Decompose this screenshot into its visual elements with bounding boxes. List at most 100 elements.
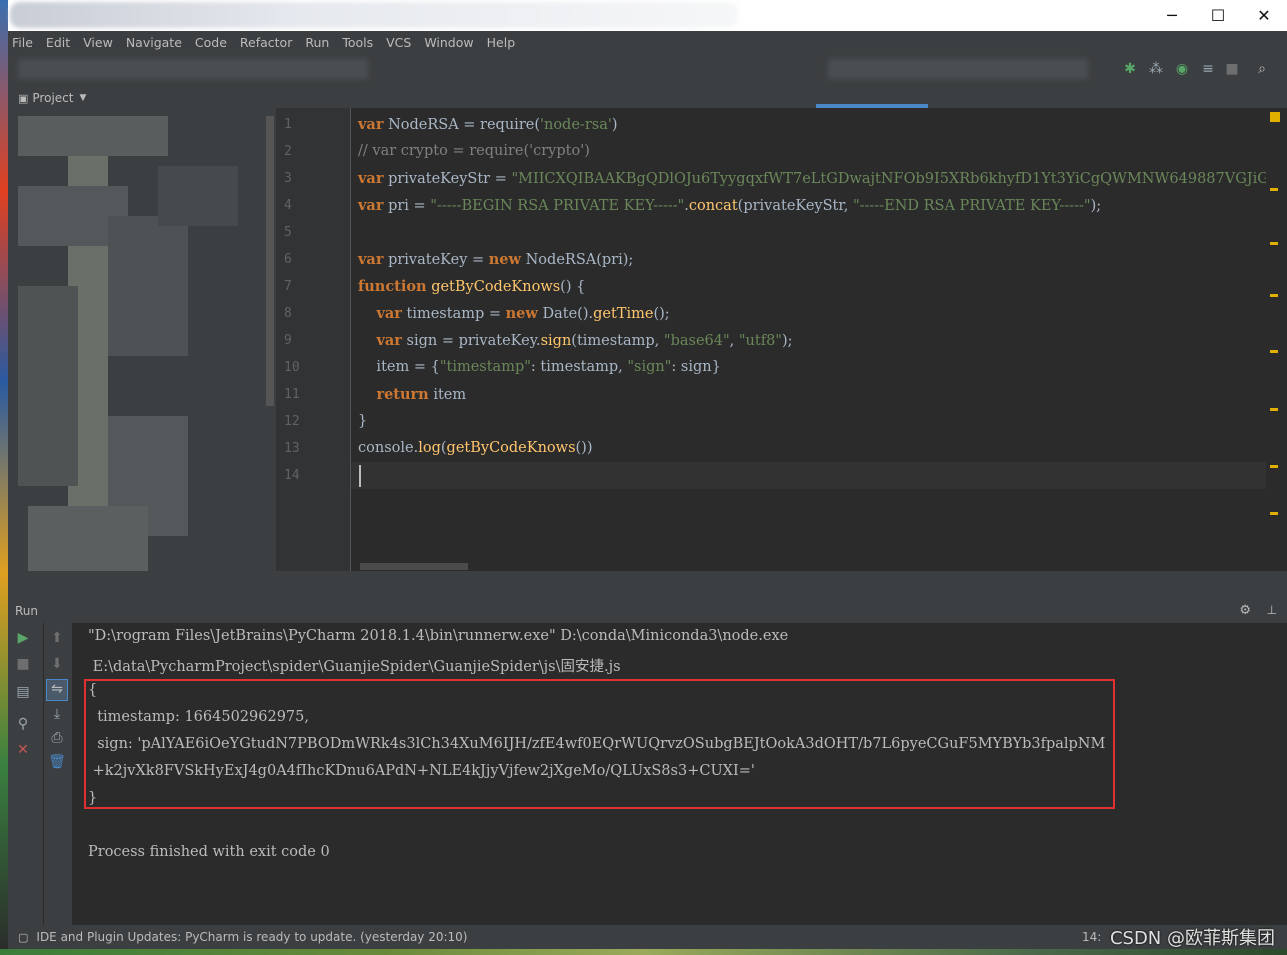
panel-separator bbox=[8, 571, 1287, 601]
line-number: 8 bbox=[284, 306, 292, 321]
line-number: 4 bbox=[284, 198, 292, 213]
highlight-box bbox=[84, 679, 1115, 809]
run-toolbar: ▶ ■ ▤ ⚲ ✕ ⬆ ⬇ ⇋ ⤓ ⎙ 🗑 bbox=[8, 623, 72, 925]
text-caret bbox=[359, 465, 361, 487]
project-icon: ▣ bbox=[18, 91, 29, 105]
line-number: 9 bbox=[284, 333, 292, 348]
code-line: var NodeRSA = require('node-rsa') bbox=[358, 116, 618, 133]
line-number: 14 bbox=[284, 468, 300, 483]
blur-block bbox=[18, 116, 168, 156]
line-number: 3 bbox=[284, 171, 292, 186]
build-icon[interactable]: ≡ bbox=[1200, 61, 1216, 77]
editor-scrollbar[interactable] bbox=[1266, 108, 1287, 571]
code-line: var pri = "-----BEGIN RSA PRIVATE KEY---… bbox=[358, 197, 1102, 214]
coverage-icon[interactable]: ⁂ bbox=[1148, 61, 1164, 77]
line-number: 10 bbox=[284, 360, 300, 375]
menu-tools[interactable]: Tools bbox=[342, 35, 373, 50]
menu-run[interactable]: Run bbox=[305, 35, 329, 50]
menu-navigate[interactable]: Navigate bbox=[126, 35, 182, 50]
line-number: 12 bbox=[284, 414, 300, 429]
project-panel: ▣ Project ▼ bbox=[8, 86, 276, 601]
line-number: 6 bbox=[284, 252, 292, 267]
code-line: var timestamp = new Date().getTime(); bbox=[376, 305, 670, 322]
toolbar-divider bbox=[43, 623, 44, 925]
menu-vcs[interactable]: VCS bbox=[386, 35, 411, 50]
menu-help[interactable]: Help bbox=[487, 35, 516, 50]
code-line: console.log(getByCodeKnows()) bbox=[358, 440, 593, 456]
search-icon[interactable]: ⌕ bbox=[1254, 61, 1270, 77]
down-arrow-icon[interactable]: ⬇ bbox=[48, 655, 66, 673]
line-number: 7 bbox=[284, 279, 292, 294]
code-line: // var crypto = require('crypto') bbox=[358, 143, 590, 159]
code-line: var privateKeyStr = "MIICXQIBAAKBgQDlOJu… bbox=[358, 170, 1276, 187]
code-line: item = {"timestamp": timestamp, "sign": … bbox=[358, 359, 721, 375]
close-button[interactable]: ✕ bbox=[1241, 0, 1287, 31]
run-panel-header: Run ⚙ ⊥ bbox=[8, 601, 1287, 623]
line-number: 11 bbox=[284, 387, 300, 402]
code-line: return item bbox=[376, 386, 467, 403]
menu-code[interactable]: Code bbox=[195, 35, 227, 50]
desktop-taskbar-strip bbox=[0, 949, 1287, 955]
profile-icon[interactable]: ◉ bbox=[1174, 61, 1190, 77]
main-toolbar: ✱ ⁂ ◉ ≡ ■ ⌕ bbox=[8, 53, 1287, 87]
caret-position[interactable]: 14: bbox=[1082, 930, 1101, 944]
warning-marker[interactable] bbox=[1270, 408, 1278, 411]
rerun-icon[interactable]: ▶ bbox=[14, 629, 32, 647]
menu-file[interactable]: File bbox=[12, 35, 33, 50]
blur-block bbox=[108, 216, 188, 356]
warning-marker[interactable] bbox=[1270, 350, 1278, 353]
line-number: 1 bbox=[284, 117, 292, 132]
menu-refactor[interactable]: Refactor bbox=[240, 35, 292, 50]
desktop-background-strip bbox=[0, 0, 8, 955]
menu-edit[interactable]: Edit bbox=[46, 35, 70, 50]
soft-wrap-icon[interactable]: ⇋ bbox=[46, 679, 68, 701]
warning-marker[interactable] bbox=[1270, 294, 1278, 297]
scroll-to-end-icon[interactable]: ⤓ bbox=[48, 705, 66, 723]
maximize-button[interactable]: ☐ bbox=[1195, 0, 1241, 31]
current-line-highlight bbox=[350, 462, 1266, 489]
run-panel-label[interactable]: Run bbox=[15, 604, 38, 618]
hide-panel-icon[interactable]: ⊥ bbox=[1267, 603, 1277, 617]
editor-horizontal-scrollbar[interactable] bbox=[360, 563, 468, 570]
menu-view[interactable]: View bbox=[83, 35, 113, 50]
warning-marker[interactable] bbox=[1270, 188, 1278, 191]
code-line: function getByCodeKnows() { bbox=[358, 278, 586, 295]
menu-bar: File Edit View Navigate Code Refactor Ru… bbox=[8, 31, 1287, 53]
status-message[interactable]: IDE and Plugin Updates: PyCharm is ready… bbox=[36, 930, 467, 944]
project-scrollbar[interactable] bbox=[266, 116, 274, 406]
stop-icon[interactable]: ■ bbox=[1224, 61, 1240, 77]
up-arrow-icon[interactable]: ⬆ bbox=[48, 629, 66, 647]
line-number: 13 bbox=[284, 441, 300, 456]
status-panel-icon[interactable]: ▢ bbox=[18, 931, 28, 944]
console-line: "D:\rogram Files\JetBrains\PyCharm 2018.… bbox=[88, 628, 789, 644]
window-titlebar: ─ ☐ ✕ bbox=[8, 0, 1287, 31]
print-icon[interactable]: ⎙ bbox=[48, 729, 66, 747]
project-label: Project bbox=[32, 91, 74, 105]
code-line: } bbox=[358, 413, 368, 429]
csdn-watermark: CSDN @欧菲斯集团 bbox=[1109, 928, 1275, 949]
blur-block bbox=[158, 166, 238, 226]
code-editor[interactable]: 1 2 3 4 5 6 7 8 9 10 11 12 13 14 var NodeRSA = requir… bbox=[276, 108, 1276, 571]
warning-marker[interactable] bbox=[1270, 242, 1278, 245]
warning-marker[interactable] bbox=[1270, 512, 1278, 515]
project-header[interactable]: ▣ Project ▼ bbox=[8, 86, 276, 110]
line-number: 5 bbox=[284, 225, 292, 240]
inspection-status-icon[interactable] bbox=[1270, 112, 1280, 122]
gear-icon[interactable]: ⚙ bbox=[1239, 603, 1251, 618]
pin-icon[interactable]: ⚲ bbox=[14, 715, 32, 733]
stop-icon[interactable]: ■ bbox=[14, 655, 32, 673]
minimize-button[interactable]: ─ bbox=[1149, 0, 1195, 31]
console-line: Process finished with exit code 0 bbox=[88, 844, 330, 860]
trash-icon[interactable]: 🗑 bbox=[48, 753, 66, 771]
blur-block bbox=[18, 286, 78, 486]
code-line: var privateKey = new NodeRSA(pri); bbox=[358, 251, 634, 268]
gutter-divider bbox=[350, 108, 351, 571]
menu-window[interactable]: Window bbox=[424, 35, 473, 50]
line-number: 2 bbox=[284, 144, 292, 159]
close-icon[interactable]: ✕ bbox=[14, 741, 32, 759]
blurred-title bbox=[10, 2, 738, 28]
line-number-gutter: 1 2 3 4 5 6 7 8 9 10 11 12 13 14 bbox=[276, 108, 350, 571]
warning-marker[interactable] bbox=[1270, 465, 1278, 468]
restore-layout-icon[interactable]: ▤ bbox=[14, 683, 32, 701]
debug-icon[interactable]: ✱ bbox=[1122, 61, 1138, 77]
